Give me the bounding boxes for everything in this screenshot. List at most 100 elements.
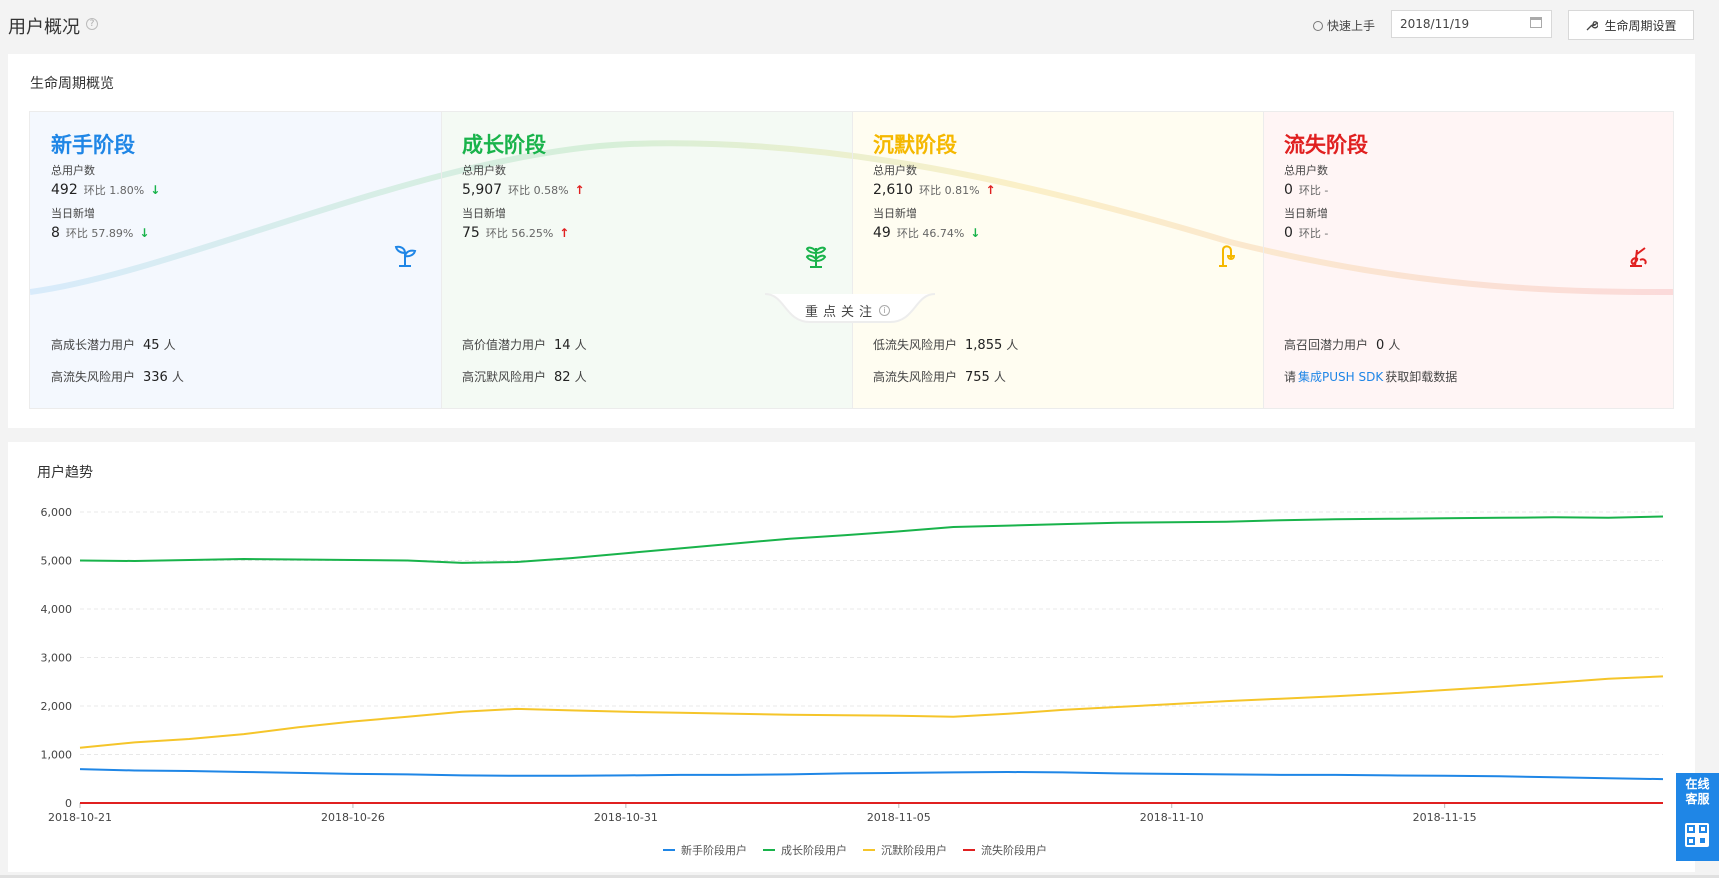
x-tick-label: 2018-10-21	[48, 811, 112, 824]
daily-cmp: 环比 -	[1298, 227, 1329, 240]
stage-0: 新手阶段 总用户数 492 环比 1.80% ↓ 当日新增 8 环比 57.89…	[30, 112, 441, 292]
dead-plant-icon	[1630, 247, 1647, 267]
x-tick-label: 2018-11-10	[1140, 811, 1204, 824]
total-users-number: 492	[51, 182, 78, 198]
daily-new-number: 8	[51, 225, 60, 241]
stage-2: 沉默阶段 总用户数 2,610 环比 0.81% ↑ 当日新增 49 环比 46…	[852, 112, 1263, 292]
legend-swatch	[663, 849, 675, 851]
total-users-label: 总用户数	[51, 164, 95, 177]
focus-item[interactable]: 高流失风险用户 336 人	[51, 368, 184, 385]
daily-new-value: 49 环比 46.74% ↓	[873, 225, 980, 241]
x-tick-label: 2018-10-31	[594, 811, 658, 824]
daily-cmp: 环比 46.74%	[896, 227, 965, 240]
x-tick-label: 2018-11-05	[867, 811, 931, 824]
trend-arrow-icon: ↑	[985, 183, 996, 197]
total-cmp: 环比 0.58%	[508, 184, 569, 197]
focus-item-value: 14	[554, 338, 571, 353]
lifecycle-overview-title: 生命周期概览	[30, 76, 114, 92]
total-users-label: 总用户数	[462, 164, 506, 177]
sprout-icon	[394, 245, 417, 267]
focus-item-unit: 人	[163, 338, 176, 352]
focus-item[interactable]: 高召回潜力用户 0 人	[1284, 336, 1400, 353]
clock-icon	[1313, 20, 1323, 31]
sdk-note-prefix: 请	[1284, 370, 1297, 384]
legend-swatch	[863, 849, 875, 851]
y-tick-label: 2,000	[41, 700, 73, 713]
legend-item[interactable]: 成长阶段用户	[763, 842, 847, 858]
focus-item-label: 高成长潜力用户	[51, 338, 136, 352]
focus-item-label: 高价值潜力用户	[462, 338, 547, 352]
stage-name: 流失阶段	[1284, 133, 1368, 157]
quick-start-link[interactable]: 快速上手	[1313, 17, 1375, 34]
date-picker-input[interactable]: 2018/11/19	[1391, 10, 1552, 38]
focus-item[interactable]: 高价值潜力用户 14 人	[462, 336, 587, 353]
info-icon[interactable]: i	[879, 305, 891, 316]
total-cmp: 环比 0.81%	[919, 184, 980, 197]
legend-label: 新手阶段用户	[681, 844, 747, 857]
x-tick-label: 2018-11-15	[1413, 811, 1477, 824]
wilting-plant-icon	[1219, 245, 1236, 267]
focus-label-text: 重点关注	[805, 305, 878, 320]
stage-name: 沉默阶段	[873, 133, 957, 157]
quick-start-label: 快速上手	[1327, 19, 1376, 33]
daily-new-value: 75 环比 56.25% ↑	[462, 225, 569, 241]
focus-item-value: 1,855	[965, 338, 1003, 353]
series-line-0[interactable]	[79, 768, 1664, 781]
trend-arrow-icon: ↓	[139, 226, 150, 240]
total-users-label: 总用户数	[873, 164, 917, 177]
total-cmp: 环比 -	[1298, 184, 1329, 197]
daily-new-number: 75	[462, 225, 480, 241]
focus-item[interactable]: 高沉默风险用户 82 人	[462, 368, 587, 385]
series-line-2[interactable]	[79, 675, 1664, 749]
legend-label: 流失阶段用户	[981, 844, 1047, 857]
daily-cmp: 环比 57.89%	[65, 227, 134, 240]
legend-label: 沉默阶段用户	[881, 844, 947, 857]
y-tick-label: 1,000	[41, 749, 73, 762]
lifecycle-settings-button[interactable]: 生命周期设置	[1568, 10, 1694, 40]
stage-3: 流失阶段 总用户数 0 环比 - 当日新增 0 环比 -	[1263, 112, 1673, 292]
online-service-widget[interactable]: 在线客服	[1676, 773, 1719, 861]
lifecycle-overview-card: 生命周期概览 新手阶段 总用户数 492 环比 1.80% ↓ 当日新增 8 环…	[8, 54, 1695, 428]
calendar-icon[interactable]	[1530, 17, 1542, 28]
daily-new-label: 当日新增	[462, 207, 506, 220]
top-bar: 用户概况 ? 快速上手 2018/11/19 生命周期设置	[0, 0, 1719, 50]
focus-item[interactable]: 高流失风险用户 755 人	[873, 368, 1006, 385]
plant-icon	[805, 246, 827, 268]
daily-cmp: 环比 56.25%	[485, 227, 554, 240]
wrench-icon	[1587, 20, 1599, 30]
help-icon[interactable]: ?	[86, 18, 98, 30]
y-tick-label: 6,000	[41, 506, 73, 519]
focus-item-unit: 人	[171, 370, 184, 384]
series-line-1[interactable]	[79, 515, 1664, 564]
focus-item-value: 45	[143, 338, 160, 353]
focus-item-label: 高流失风险用户	[873, 370, 958, 384]
total-cmp: 环比 1.80%	[83, 184, 145, 197]
x-tick-label: 2018-10-26	[321, 811, 385, 824]
legend-item[interactable]: 新手阶段用户	[663, 842, 747, 858]
page-title: 用户概况	[8, 17, 80, 38]
daily-new-number: 0	[1284, 225, 1293, 241]
legend-swatch	[763, 849, 775, 851]
daily-new-label: 当日新增	[873, 207, 917, 220]
trend-arrow-icon: ↓	[150, 183, 161, 197]
y-tick-label: 3,000	[41, 652, 73, 665]
qr-code-icon[interactable]	[1685, 823, 1709, 847]
focus-item-unit: 人	[1388, 338, 1401, 352]
trend-arrow-icon: ↑	[559, 226, 570, 240]
trend-chart: 0 1,000 2,000 3,000 4,000 5,000 6,000 2018-10-2…	[41, 506, 1664, 824]
focus-item-unit: 人	[574, 370, 587, 384]
legend-item[interactable]: 沉默阶段用户	[863, 842, 947, 858]
integrate-sdk-link[interactable]: 集成PUSH SDK	[1298, 368, 1383, 385]
total-users-number: 2,610	[873, 182, 914, 198]
total-users-number: 0	[1284, 182, 1293, 198]
focus-item[interactable]: 高成长潜力用户 45 人	[51, 336, 176, 353]
sdk-note-suffix: 获取卸载数据	[1385, 370, 1458, 384]
y-tick-label: 4,000	[41, 603, 73, 616]
total-users-number: 5,907	[462, 182, 503, 198]
daily-new-value: 0 环比 -	[1284, 225, 1334, 241]
focus-item[interactable]: 低流失风险用户 1,855 人	[873, 336, 1018, 353]
trend-arrow-icon: ↑	[574, 183, 585, 197]
total-users-value: 2,610 环比 0.81% ↑	[873, 182, 996, 198]
legend-item[interactable]: 流失阶段用户	[963, 842, 1047, 858]
daily-new-number: 49	[873, 225, 891, 241]
